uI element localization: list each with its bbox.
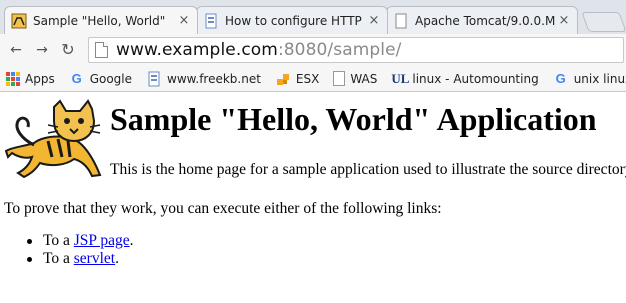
- bookmark-linux-automounting[interactable]: UL linux - Automounting: [391, 71, 538, 87]
- tab-how-to-configure-http[interactable]: How to configure HTTP ×: [196, 6, 388, 34]
- tomcat-logo-icon: [4, 99, 102, 179]
- page-icon: [333, 71, 346, 86]
- google-icon: G: [555, 70, 566, 86]
- prove-paragraph: To prove that they work, you can execute…: [4, 200, 442, 217]
- bookmark-label: WAS: [350, 71, 378, 86]
- page-content: Sample "Hello, World" Application This i…: [0, 93, 626, 303]
- bookmark-label: linux - Automounting: [412, 71, 539, 86]
- bookmark-label: Google: [89, 71, 133, 86]
- tab-sample-hello-world[interactable]: Sample "Hello, World" ×: [4, 6, 198, 34]
- address-bar[interactable]: www.example.com:8080/sample/: [88, 37, 624, 63]
- bookmark-unix-linux[interactable]: G unix linux st: [553, 71, 626, 87]
- bookmark-was[interactable]: WAS: [333, 71, 377, 86]
- list-item-suffix: .: [115, 250, 119, 267]
- list-item-prefix: To a: [43, 232, 74, 249]
- freekb-icon: [148, 71, 160, 86]
- url-host: www.example.com: [116, 40, 278, 60]
- servlet-link[interactable]: servlet: [74, 250, 115, 267]
- back-button[interactable]: ←: [6, 40, 26, 60]
- tab-close-icon[interactable]: ×: [367, 13, 381, 28]
- toolbar: ← → ↻ www.example.com:8080/sample/: [0, 34, 626, 66]
- unix-linux-icon: UL: [391, 70, 410, 86]
- google-icon: G: [71, 70, 82, 86]
- list-item: To a JSP page.: [26, 232, 133, 250]
- tab-close-icon[interactable]: ×: [557, 13, 571, 28]
- jsp-page-link[interactable]: JSP page: [74, 232, 130, 249]
- page-icon: [395, 13, 407, 28]
- bookmark-freekb[interactable]: www.freekb.net: [146, 71, 261, 87]
- page-info-icon[interactable]: [95, 42, 108, 58]
- bookmarks-bar: Apps G Google www.freekb.net ESX WAS UL …: [0, 66, 626, 92]
- url-path: :8080/sample/: [277, 40, 402, 60]
- tab-close-icon[interactable]: ×: [177, 13, 191, 28]
- bookmark-google[interactable]: G Google: [69, 71, 132, 87]
- links-list: To a JSP page. To a servlet.: [26, 232, 133, 268]
- freekb-icon: [205, 13, 217, 28]
- bookmark-label: www.freekb.net: [167, 71, 261, 86]
- bookmark-apps[interactable]: Apps: [6, 71, 55, 86]
- list-item-suffix: .: [129, 232, 134, 249]
- bookmark-label: Apps: [25, 71, 55, 86]
- tab-title: How to configure HTTP: [225, 13, 362, 28]
- tomcat-icon: [11, 13, 27, 28]
- bookmark-esx[interactable]: ESX: [275, 71, 319, 87]
- list-item-prefix: To a: [43, 250, 74, 267]
- page-heading: Sample "Hello, World" Application: [110, 101, 597, 137]
- esx-icon: [276, 73, 289, 85]
- tab-strip: Apache Tomcat/9.0.0.M × How to configure…: [0, 0, 626, 34]
- bookmark-label: unix linux st: [573, 71, 626, 86]
- intro-paragraph: This is the home page for a sample appli…: [110, 161, 626, 178]
- tab-apache-tomcat[interactable]: Apache Tomcat/9.0.0.M ×: [386, 6, 578, 34]
- list-item: To a servlet.: [26, 250, 133, 268]
- forward-button[interactable]: →: [32, 40, 52, 60]
- new-tab-button[interactable]: [581, 12, 626, 32]
- tab-title: Apache Tomcat/9.0.0.M: [415, 13, 556, 28]
- url-text: www.example.com:8080/sample/: [116, 40, 402, 60]
- apps-grid-icon: [6, 71, 20, 86]
- bookmark-label: ESX: [295, 71, 320, 86]
- tab-title: Sample "Hello, World": [33, 13, 166, 28]
- reload-button[interactable]: ↻: [58, 40, 78, 60]
